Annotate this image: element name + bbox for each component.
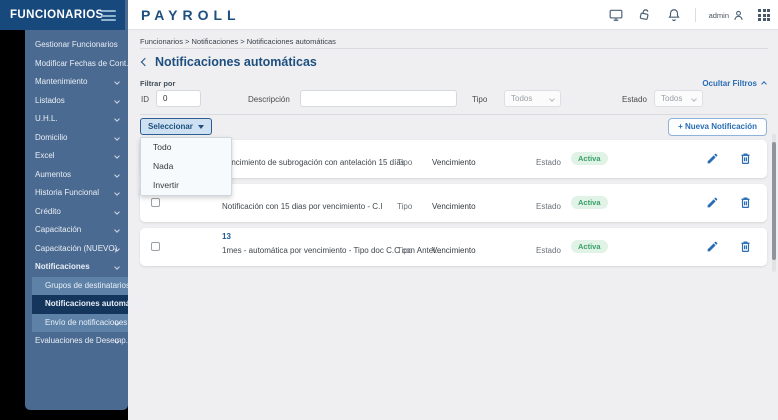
- back-icon[interactable]: [141, 58, 149, 66]
- notification-row: 14 Notificación con 15 dias por vencimie…: [140, 184, 767, 222]
- sidebar-item-grupos-destinatarios[interactable]: Grupos de destinatarios: [32, 277, 128, 296]
- chevron-down-icon: [114, 79, 120, 85]
- breadcrumb[interactable]: Funcionarios > Notificaciones > Notifica…: [140, 37, 336, 46]
- sidebar-item-domicilio[interactable]: Domicilio: [25, 129, 128, 148]
- select-dropdown-menu: Todo Nada Invertir: [140, 137, 232, 196]
- status-badge: Activa: [571, 196, 608, 209]
- delete-icon[interactable]: [739, 152, 752, 165]
- filter-divider: [140, 114, 768, 115]
- chevron-down-icon: [114, 209, 120, 215]
- sidebar-item-aumentos[interactable]: Aumentos: [25, 166, 128, 185]
- sidebar: Gestionar Funcionarios Modificar Fechas …: [25, 0, 128, 410]
- chevron-down-icon: [114, 246, 120, 252]
- sidebar-item-uhl[interactable]: U.H.L.: [25, 110, 128, 129]
- sidebar-item-evaluaciones-desempeno[interactable]: Evaluaciones de Desemp...: [25, 332, 128, 351]
- status-badge: Activa: [571, 152, 608, 165]
- notification-row: 15 Vencimiento de subrogación con antela…: [140, 140, 767, 178]
- chevron-down-icon: [114, 190, 120, 196]
- row-estado-label: Estado: [536, 202, 561, 211]
- row-description: Vencimiento de subrogación con antelació…: [222, 158, 405, 167]
- row-id: 13: [222, 232, 231, 241]
- filter-section-label: Filtrar por: [140, 79, 175, 88]
- menu-item-nada[interactable]: Nada: [141, 157, 231, 176]
- sidebar-item-capacitacion[interactable]: Capacitación: [25, 221, 128, 240]
- scrollbar-thumb[interactable]: [772, 142, 776, 260]
- bell-icon[interactable]: [666, 7, 682, 23]
- sidebar-item-envio-notificaciones[interactable]: Envío de notificaciones: [32, 314, 128, 333]
- tipo-filter-select[interactable]: Todos: [504, 90, 561, 107]
- chevron-down-icon: [114, 153, 120, 159]
- sidebar-item-mantenimiento[interactable]: Mantenimiento: [25, 73, 128, 92]
- new-notification-button[interactable]: + Nueva Notificación: [668, 118, 767, 136]
- chevron-down-icon: [549, 96, 555, 102]
- topbar-divider: [695, 8, 696, 22]
- row-checkbox[interactable]: [151, 242, 160, 251]
- sidebar-item-historia-funcional[interactable]: Historia Funcional: [25, 184, 128, 203]
- id-filter-label: ID: [141, 95, 149, 104]
- tipo-filter-label: Tipo: [472, 95, 487, 104]
- chevron-down-icon: [114, 98, 120, 104]
- row-tipo-label: Tipo: [397, 246, 412, 255]
- row-tipo-label: Tipo: [397, 158, 412, 167]
- notification-row: 13 1mes - automática por vencimiento - T…: [140, 228, 767, 266]
- app-window: Gestionar Funcionarios Modificar Fechas …: [0, 0, 778, 420]
- status-badge: Activa: [571, 240, 608, 253]
- delete-icon[interactable]: [739, 240, 752, 253]
- row-checkbox[interactable]: [151, 198, 160, 207]
- sidebar-item-modificar-fechas[interactable]: Modificar Fechas de Cont...: [25, 55, 128, 74]
- sidebar-item-excel[interactable]: Excel: [25, 147, 128, 166]
- user-icon: [732, 9, 745, 22]
- estado-filter-label: Estado: [622, 95, 647, 104]
- row-estado-label: Estado: [536, 246, 561, 255]
- edit-icon[interactable]: [706, 240, 719, 253]
- select-dropdown-button[interactable]: Seleccionar: [140, 118, 212, 135]
- row-tipo-value: Vencimiento: [432, 202, 476, 211]
- sidebar-header: FUNCIONARIOS: [0, 0, 125, 30]
- breadcrumb-divider: [140, 48, 768, 49]
- chevron-down-icon: [114, 135, 120, 141]
- menu-item-todo[interactable]: Todo: [141, 138, 231, 157]
- username-label: admin: [709, 11, 729, 20]
- chevron-down-icon: [114, 116, 120, 122]
- hide-filters-link[interactable]: Ocultar Filtros: [702, 79, 766, 88]
- hamburger-menu-icon[interactable]: [101, 10, 116, 21]
- monitor-icon[interactable]: [608, 7, 624, 23]
- page-title: Notificaciones automáticas: [155, 55, 317, 69]
- caret-down-icon: [198, 125, 204, 129]
- delete-icon[interactable]: [739, 196, 752, 209]
- user-menu[interactable]: admin: [709, 9, 745, 22]
- unlock-icon[interactable]: [637, 7, 653, 23]
- chevron-down-icon: [114, 172, 120, 178]
- chevron-down-icon: [114, 264, 120, 270]
- edit-icon[interactable]: [706, 152, 719, 165]
- app-logo: PAYROLL: [141, 7, 241, 23]
- chevron-up-icon: [761, 81, 767, 87]
- sidebar-item-gestionar-funcionarios[interactable]: Gestionar Funcionarios: [25, 36, 128, 55]
- sidebar-item-capacitacion-nuevo[interactable]: Capacitación (NUEVO): [25, 240, 128, 259]
- sidebar-item-notificaciones-automaticas[interactable]: Notificaciones automát...: [32, 295, 128, 314]
- sidebar-item-credito[interactable]: Crédito: [25, 203, 128, 222]
- row-estado-label: Estado: [536, 158, 561, 167]
- top-bar: PAYROLL admin: [128, 0, 778, 30]
- menu-item-invertir[interactable]: Invertir: [141, 176, 231, 195]
- sidebar-title: FUNCIONARIOS: [10, 9, 104, 21]
- edit-icon[interactable]: [706, 196, 719, 209]
- estado-filter-select[interactable]: Todos: [654, 90, 703, 107]
- desc-filter-input[interactable]: [300, 90, 457, 107]
- id-filter-input[interactable]: [156, 90, 201, 107]
- row-tipo-label: Tipo: [397, 202, 412, 211]
- apps-grid-icon[interactable]: [758, 9, 770, 21]
- chevron-down-icon: [114, 227, 120, 233]
- row-description: Notificación con 15 dias por vencimiento…: [222, 202, 383, 211]
- sidebar-item-notificaciones[interactable]: Notificaciones: [25, 258, 128, 277]
- row-tipo-value: Vencimiento: [432, 158, 476, 167]
- row-tipo-value: Vencimiento: [432, 246, 476, 255]
- chevron-down-icon: [691, 96, 697, 102]
- sidebar-item-listados[interactable]: Listados: [25, 92, 128, 111]
- desc-filter-label: Descripción: [248, 95, 290, 104]
